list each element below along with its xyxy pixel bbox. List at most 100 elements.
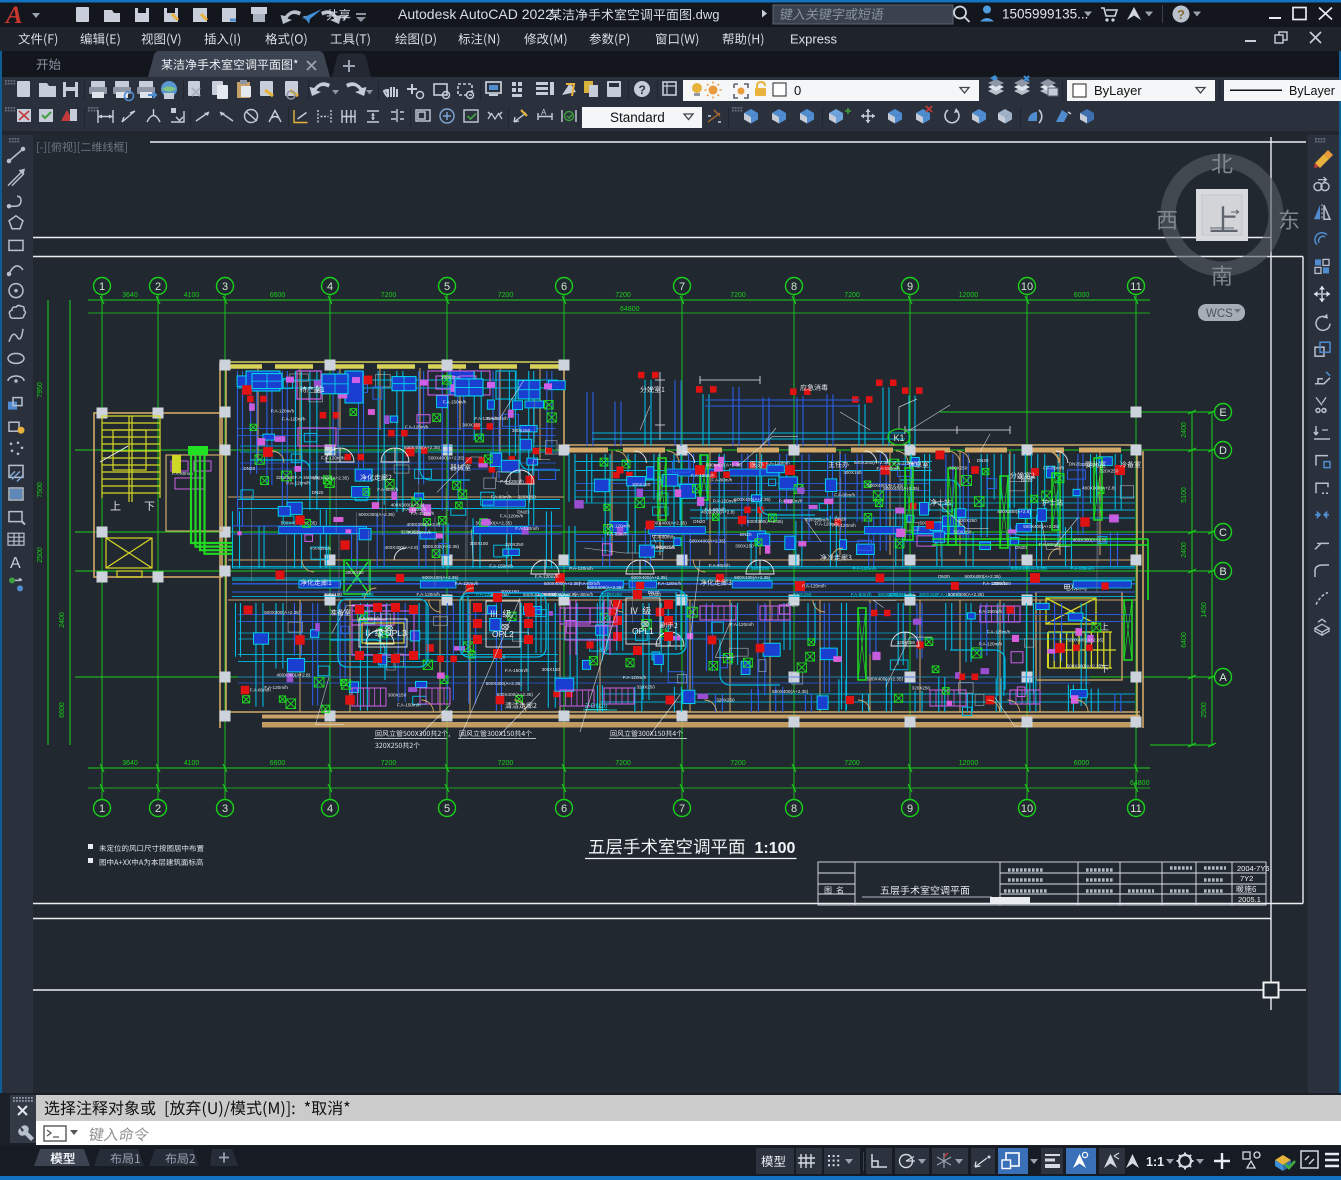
svg-text:300X150: 300X150 <box>345 570 364 575</box>
svg-text:P.A-120m/h: P.A-120m/h <box>979 642 1003 647</box>
svg-text:7200: 7200 <box>381 292 397 299</box>
svg-text:F.A-120m/h: F.A-120m/h <box>455 581 479 586</box>
svg-text:7200: 7200 <box>498 760 514 767</box>
svg-text:300X150: 300X150 <box>324 592 343 597</box>
svg-text:E: E <box>1219 407 1226 419</box>
svg-text:?: ? <box>1177 7 1185 22</box>
svg-text:8: 8 <box>791 281 797 293</box>
svg-text:F.A-80m/h: F.A-80m/h <box>1043 465 1064 470</box>
svg-text:400X300(A+2.8): 400X300(A+2.8) <box>1082 485 1116 490</box>
svg-text:F.A-80m/h: F.A-80m/h <box>377 487 398 492</box>
svg-text:P.A-120m/h: P.A-120m/h <box>853 566 877 571</box>
svg-text:Express: Express <box>790 32 837 47</box>
svg-text:WCS: WCS <box>1206 308 1233 320</box>
svg-text:500X400(A+2.35): 500X400(A+2.35) <box>422 575 459 580</box>
svg-text:500X400(A+2.35): 500X400(A+2.35) <box>706 463 743 468</box>
svg-text:6600: 6600 <box>270 292 286 299</box>
svg-text:400X300(A+2.8): 400X300(A+2.8) <box>385 545 419 550</box>
svg-text:A: A <box>1219 672 1227 684</box>
svg-text:F.A-80m/h: F.A-80m/h <box>487 416 508 421</box>
svg-text:4: 4 <box>327 803 333 815</box>
svg-text:10: 10 <box>1021 281 1033 293</box>
svg-text:400X300(A+2.8): 400X300(A+2.8) <box>407 522 441 527</box>
svg-text:6600: 6600 <box>270 760 286 767</box>
svg-text:F.A-150m/h: F.A-150m/h <box>443 399 467 404</box>
svg-text:DN20: DN20 <box>517 509 529 514</box>
svg-text:8: 8 <box>791 803 797 815</box>
svg-text:F.A-150m/h: F.A-150m/h <box>489 564 513 569</box>
svg-text:4100: 4100 <box>184 760 200 767</box>
svg-text:?: ? <box>639 83 646 97</box>
svg-text:5100: 5100 <box>1181 487 1188 503</box>
svg-text:F.A-150m/h: F.A-150m/h <box>877 466 901 471</box>
svg-text:5: 5 <box>444 281 450 293</box>
svg-text:DN20: DN20 <box>1069 462 1081 467</box>
svg-text:OPL1: OPL1 <box>632 626 654 636</box>
svg-text:Autodesk AutoCAD 2022: Autodesk AutoCAD 2022 <box>398 6 553 22</box>
svg-text:4100: 4100 <box>184 292 200 299</box>
svg-text:320X250: 320X250 <box>888 592 907 597</box>
svg-text:2500: 2500 <box>37 547 44 563</box>
svg-text:3640: 3640 <box>122 760 138 767</box>
svg-text:11: 11 <box>1130 803 1141 815</box>
svg-text:320X250: 320X250 <box>912 686 931 691</box>
svg-text:400X300(A+2.8): 400X300(A+2.8) <box>1073 538 1107 543</box>
svg-text:A: A <box>541 108 547 117</box>
svg-text:F.A-150m/h: F.A-150m/h <box>408 530 432 535</box>
svg-text:500X300(A+2.35): 500X300(A+2.35) <box>854 460 891 465</box>
svg-text:D: D <box>1219 445 1227 457</box>
svg-text:F.A-80m/h: F.A-80m/h <box>607 531 628 536</box>
svg-text:ByLayer: ByLayer <box>1289 84 1335 98</box>
svg-text:3: 3 <box>222 803 228 815</box>
svg-text:300X150: 300X150 <box>542 667 561 672</box>
svg-text:500X400(A+2.35): 500X400(A+2.35) <box>1023 524 1060 529</box>
svg-text:4: 4 <box>327 281 333 293</box>
svg-text:F.A-120m/h: F.A-120m/h <box>405 424 429 429</box>
svg-text:500X400(A+2.35): 500X400(A+2.35) <box>689 538 726 543</box>
svg-text:320X250: 320X250 <box>958 518 977 523</box>
svg-text:320X250: 320X250 <box>751 566 770 571</box>
svg-text:F.A-120m/h: F.A-120m/h <box>321 455 345 460</box>
svg-text:DN20: DN20 <box>938 574 950 579</box>
svg-text:P.A-120m/h: P.A-120m/h <box>802 584 826 589</box>
svg-text:300X150: 300X150 <box>919 592 938 597</box>
svg-text:P.A-120m/h: P.A-120m/h <box>271 409 295 414</box>
svg-text:9: 9 <box>907 803 913 815</box>
svg-text:6000: 6000 <box>1074 292 1090 299</box>
svg-text:320X250: 320X250 <box>1100 469 1119 474</box>
svg-text:500X400(A+2.35): 500X400(A+2.35) <box>544 581 581 586</box>
svg-text:1: 1 <box>99 803 105 815</box>
svg-text:2005.1: 2005.1 <box>1238 895 1261 904</box>
svg-text:500X400(A+2.35): 500X400(A+2.35) <box>651 521 688 526</box>
svg-text:64800: 64800 <box>1130 780 1150 787</box>
svg-text:P.A-120m/h: P.A-120m/h <box>713 498 737 503</box>
svg-text:500X300(A+2.35): 500X300(A+2.35) <box>359 512 396 517</box>
svg-text:P.A-120m/h: P.A-120m/h <box>500 479 524 484</box>
svg-text:DN20: DN20 <box>649 592 661 597</box>
svg-text:F.A-150m/h: F.A-150m/h <box>411 511 435 516</box>
svg-text:DN20: DN20 <box>786 602 798 607</box>
svg-text:7200: 7200 <box>381 760 397 767</box>
svg-text:1:1: 1:1 <box>1146 1155 1164 1169</box>
svg-text:7200: 7200 <box>498 292 514 299</box>
svg-text:7200: 7200 <box>844 760 860 767</box>
svg-text:500X400(A+2.35): 500X400(A+2.35) <box>734 575 771 580</box>
svg-text:1450: 1450 <box>1201 602 1208 618</box>
svg-text:300X150: 300X150 <box>470 541 489 546</box>
svg-text:1:100: 1:100 <box>755 840 796 857</box>
svg-text:OPL3: OPL3 <box>385 628 407 638</box>
svg-text:F.A-80m/h: F.A-80m/h <box>491 495 512 500</box>
svg-text:2: 2 <box>155 803 161 815</box>
svg-text:F.A-120m/h: F.A-120m/h <box>658 581 682 586</box>
svg-text:F.A-120m/h: F.A-120m/h <box>623 675 647 680</box>
svg-text:P.A-120m/h: P.A-120m/h <box>779 499 803 504</box>
svg-text:6400: 6400 <box>1181 632 1188 648</box>
svg-text:320X250: 320X250 <box>637 685 656 690</box>
svg-text:320X250: 320X250 <box>505 542 524 547</box>
svg-text:500X400(A+2.35): 500X400(A+2.35) <box>965 574 1002 579</box>
svg-text:11: 11 <box>1130 281 1141 293</box>
svg-text:500X400(A+2.35): 500X400(A+2.35) <box>423 544 460 549</box>
svg-text:7: 7 <box>679 803 685 815</box>
svg-text:DN20: DN20 <box>740 532 752 537</box>
svg-text:10: 10 <box>1021 803 1033 815</box>
